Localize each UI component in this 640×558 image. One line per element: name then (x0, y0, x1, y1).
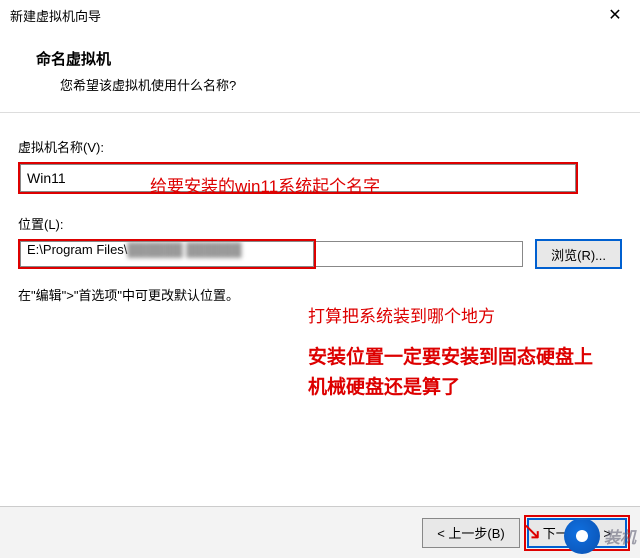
close-icon[interactable]: ✕ (600, 5, 630, 25)
window-title: 新建虚拟机向导 (10, 6, 101, 25)
annotation-warning-text: 安装位置一定要安装到固态硬盘上 机械硬盘还是算了 (308, 343, 622, 404)
titlebar: 新建虚拟机向导 ✕ (0, 0, 640, 30)
vm-name-input[interactable] (20, 164, 576, 192)
location-row: E:\Program Files\██████ ██████ 浏览(R)... (18, 239, 622, 269)
content-area: 虚拟机名称(V): 位置(L): E:\Program Files\██████… (0, 113, 640, 404)
next-button-highlight: 下一步(N) > (524, 515, 630, 551)
page-subtitle: 您希望该虚拟机使用什么名称? (36, 75, 628, 94)
page-title: 命名虚拟机 (36, 48, 628, 69)
location-input-extension[interactable] (316, 241, 523, 267)
wizard-header: 命名虚拟机 您希望该虚拟机使用什么名称? (0, 30, 640, 113)
back-button[interactable]: < 上一步(B) (422, 518, 520, 548)
location-label: 位置(L): (18, 214, 622, 233)
annotation-location-text: 打算把系统装到哪个地方 (308, 302, 622, 327)
vm-name-label: 虚拟机名称(V): (18, 137, 622, 156)
location-input[interactable]: E:\Program Files\██████ ██████ (20, 241, 314, 267)
browse-button[interactable]: 浏览(R)... (535, 239, 622, 269)
vm-name-highlight (18, 162, 578, 194)
wizard-footer: < 上一步(B) 下一步(N) > ↘ (0, 506, 640, 558)
location-highlight: E:\Program Files\██████ ██████ (18, 239, 316, 269)
helper-text: 在"编辑">"首选项"中可更改默认位置。 (18, 285, 622, 304)
next-button[interactable]: 下一步(N) > (527, 518, 627, 548)
